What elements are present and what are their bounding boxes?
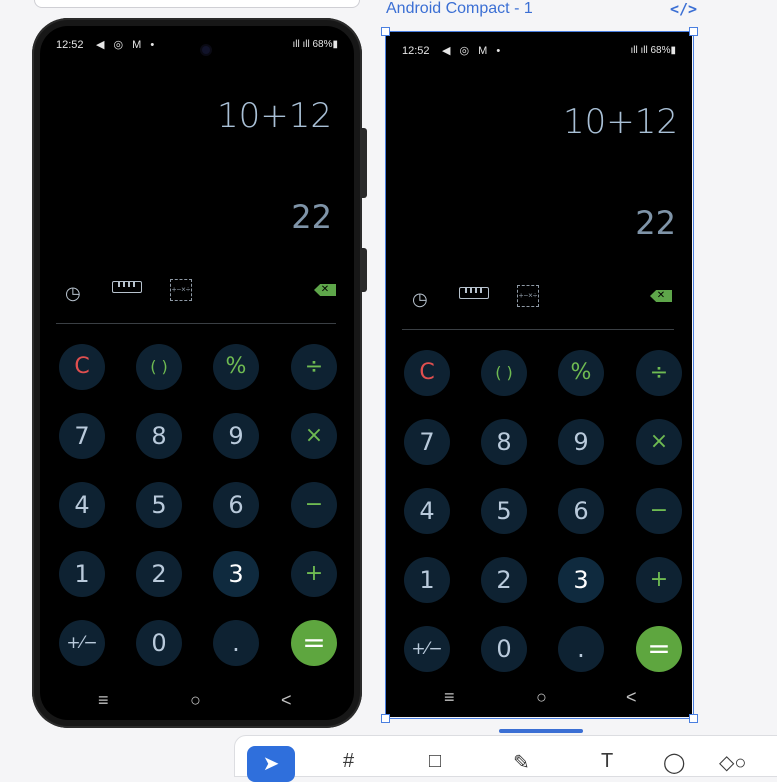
digit-8-button[interactable]: 8 (136, 413, 182, 459)
rectangle-tool-icon[interactable]: □ (429, 750, 441, 773)
digit-7-button[interactable]: 7 (404, 419, 450, 465)
resize-handle-br[interactable] (689, 714, 698, 723)
digit-5-button[interactable]: 5 (136, 482, 182, 528)
result-display: 22 (635, 204, 676, 242)
divide-button[interactable]: ÷ (636, 350, 682, 396)
ruler-icon[interactable] (459, 287, 489, 299)
digit-6-button[interactable]: 6 (558, 488, 604, 534)
top-card (34, 0, 360, 8)
home-icon[interactable]: ○ (190, 690, 201, 711)
expression-display: 10+12 (562, 102, 678, 142)
resize-handle-tl[interactable] (381, 27, 390, 36)
home-icon[interactable]: ○ (536, 687, 547, 708)
nav-bar: ≡ ○ < (40, 690, 354, 710)
digit-9-button[interactable]: 9 (558, 419, 604, 465)
status-bar: 12:52 ◀ ◎ M • ıll ıll 68%▮ (402, 45, 676, 59)
parentheses-button[interactable]: ( ) (481, 350, 527, 396)
percent-button[interactable]: % (558, 350, 604, 396)
digit-6-button[interactable]: 6 (213, 482, 259, 528)
resize-handle-bl[interactable] (381, 714, 390, 723)
digit-1-button[interactable]: 1 (59, 551, 105, 597)
nav-bar: ≡ ○ < (386, 687, 692, 707)
comment-tool-icon[interactable]: ◯ (663, 750, 685, 775)
frame-title[interactable]: Android Compact - 1 (386, 0, 533, 18)
recents-icon[interactable]: ≡ (444, 687, 455, 708)
digit-9-button[interactable]: 9 (213, 413, 259, 459)
digit-7-button[interactable]: 7 (59, 413, 105, 459)
android-frame[interactable]: 12:52 ◀ ◎ M • ıll ıll 68%▮ 10+12 22 ◷ +−… (381, 27, 698, 723)
clear-button[interactable]: C (59, 344, 105, 390)
battery-signal: ıll ıll 68%▮ (292, 39, 338, 50)
minus-button[interactable]: − (636, 488, 682, 534)
scientific-icon[interactable]: +−×÷ (170, 279, 192, 301)
history-icon[interactable]: ◷ (412, 290, 428, 308)
result-display: 22 (291, 198, 332, 236)
scroll-indicator[interactable] (499, 729, 583, 733)
plus-button[interactable]: + (636, 557, 682, 603)
digit-5-button[interactable]: 5 (481, 488, 527, 534)
text-tool-icon[interactable]: T (601, 750, 613, 773)
equals-button[interactable]: = (291, 620, 337, 666)
status-bar: 12:52 ◀ ◎ M • ıll ıll 68%▮ (56, 39, 338, 53)
digit-4-button[interactable]: 4 (404, 488, 450, 534)
multiply-button[interactable]: × (291, 413, 337, 459)
plus-button[interactable]: + (291, 551, 337, 597)
decimal-button[interactable]: . (558, 626, 604, 672)
back-icon[interactable]: < (626, 687, 637, 708)
phone-mockup: 12:52 ◀ ◎ M • ıll ıll 68%▮ 10+12 22 ◷ +−… (32, 18, 367, 728)
digit-8-button[interactable]: 8 (481, 419, 527, 465)
divider (402, 329, 674, 330)
status-time: 12:52 (56, 39, 84, 51)
move-tool-icon[interactable]: ➤ (247, 746, 295, 782)
back-icon[interactable]: < (281, 690, 292, 711)
more-tools-icon[interactable]: ◇○ (719, 750, 746, 775)
divider (56, 323, 336, 324)
ruler-icon[interactable] (112, 281, 142, 293)
equals-button[interactable]: = (636, 626, 682, 672)
code-icon[interactable]: </> (670, 0, 697, 18)
volume-button (362, 128, 367, 198)
scientific-icon[interactable]: +−×÷ (517, 285, 539, 307)
plus-minus-button[interactable]: +⁄− (404, 626, 450, 672)
frame-screen: 12:52 ◀ ◎ M • ıll ıll 68%▮ 10+12 22 ◷ +−… (386, 32, 692, 717)
multiply-button[interactable]: × (636, 419, 682, 465)
bottom-toolbar: ➤ # □ ✎ T ◯ ◇○ (234, 735, 777, 782)
minus-button[interactable]: − (291, 482, 337, 528)
notification-icons: ◀ ◎ M • (442, 45, 504, 57)
expression-display: 10+12 (216, 96, 332, 136)
phone-screen: 12:52 ◀ ◎ M • ıll ıll 68%▮ 10+12 22 ◷ +−… (40, 26, 354, 720)
digit-0-button[interactable]: 0 (481, 626, 527, 672)
digit-0-button[interactable]: 0 (136, 620, 182, 666)
digit-4-button[interactable]: 4 (59, 482, 105, 528)
status-time: 12:52 (402, 45, 430, 57)
digit-3-button[interactable]: 3 (558, 557, 604, 603)
recents-icon[interactable]: ≡ (98, 690, 109, 711)
digit-2-button[interactable]: 2 (136, 551, 182, 597)
power-button (362, 248, 367, 292)
notification-icons: ◀ ◎ M • (96, 39, 158, 51)
backspace-icon[interactable]: ✕ (314, 284, 336, 296)
parentheses-button[interactable]: ( ) (136, 344, 182, 390)
digit-3-button[interactable]: 3 (213, 551, 259, 597)
resize-handle-tr[interactable] (689, 27, 698, 36)
pen-tool-icon[interactable]: ✎ (513, 750, 530, 775)
divide-button[interactable]: ÷ (291, 344, 337, 390)
digit-2-button[interactable]: 2 (481, 557, 527, 603)
backspace-icon[interactable]: ✕ (650, 290, 672, 302)
history-icon[interactable]: ◷ (65, 284, 81, 302)
frame-tool-icon[interactable]: # (343, 750, 354, 773)
decimal-button[interactable]: . (213, 620, 259, 666)
plus-minus-button[interactable]: +⁄− (59, 620, 105, 666)
percent-button[interactable]: % (213, 344, 259, 390)
clear-button[interactable]: C (404, 350, 450, 396)
battery-signal: ıll ıll 68%▮ (630, 45, 676, 56)
digit-1-button[interactable]: 1 (404, 557, 450, 603)
